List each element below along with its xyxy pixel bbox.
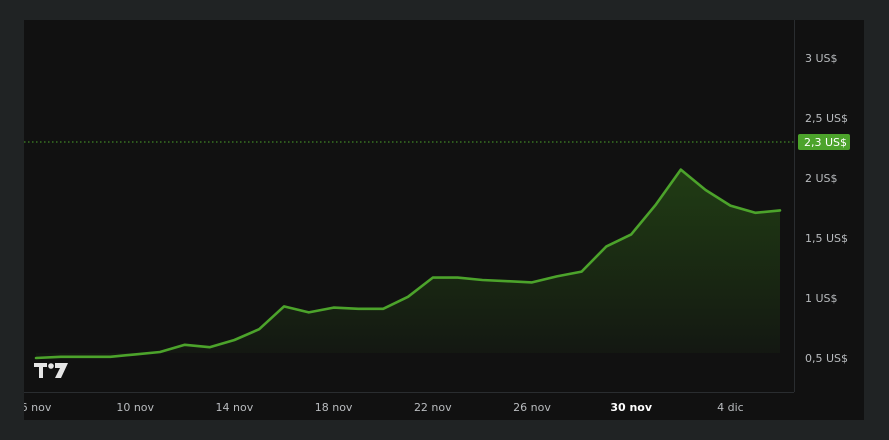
price-area-fill	[36, 169, 780, 358]
y-tick-label: 2 US$	[805, 172, 838, 185]
y-tick-label: 0,5 US$	[805, 352, 848, 365]
x-tick-label: 18 nov	[315, 401, 353, 414]
y-tick-label: 1,5 US$	[805, 232, 848, 245]
y-tick-label: 3 US$	[805, 52, 838, 65]
x-tick-label: 4 dic	[717, 401, 744, 414]
x-tick-label: 6 nov	[24, 401, 52, 414]
x-tick-label: 30 nov	[610, 401, 653, 414]
tradingview-logo	[34, 363, 68, 378]
y-tick-label: 1 US$	[805, 292, 838, 305]
y-tick-label: 2,5 US$	[805, 112, 848, 125]
price-chart[interactable]: 0,5 US$ 1 US$ 1,5 US$ 2 US$ 2,5 US$ 3 US$ 2,3 …	[24, 20, 864, 420]
chart-panel: 0,5 US$ 1 US$ 1,5 US$ 2 US$ 2,5 US$ 3 US$ 2,3 …	[24, 20, 864, 420]
x-tick-label: 26 nov	[513, 401, 551, 414]
x-tick-label: 22 nov	[414, 401, 452, 414]
x-tick-label: 10 nov	[116, 401, 154, 414]
x-tick-label: 14 nov	[216, 401, 254, 414]
last-value-label: 2,3 US$	[804, 136, 847, 149]
